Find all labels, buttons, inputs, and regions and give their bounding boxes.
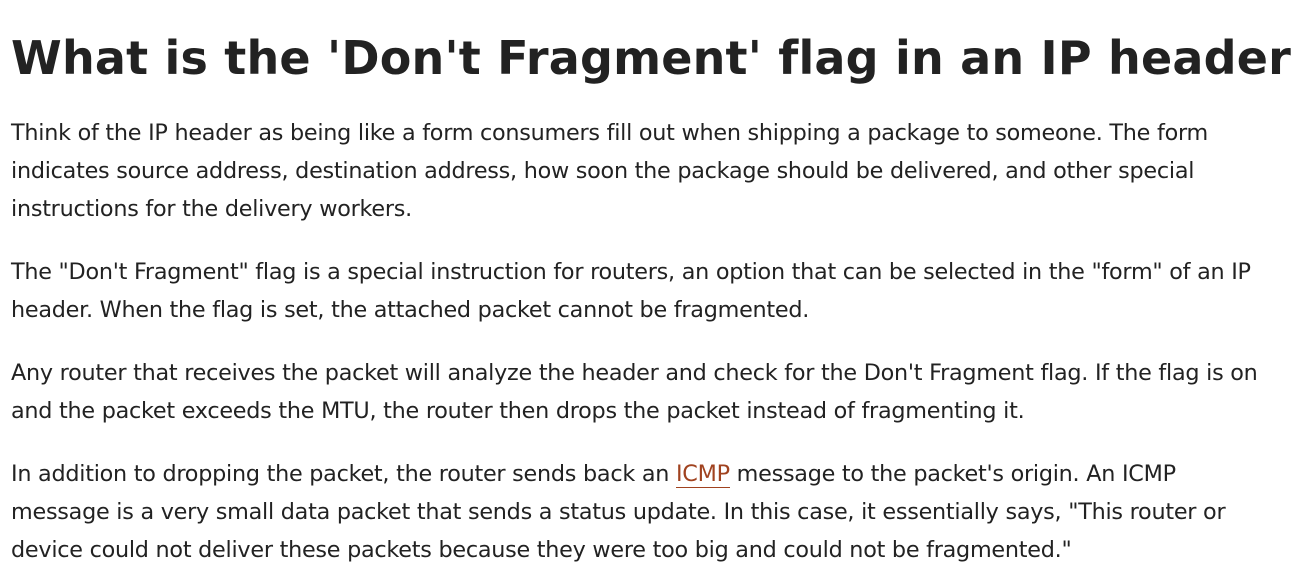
paragraph-icmp-message: In addition to dropping the packet, the … [11,455,1281,569]
paragraph-ip-header-analogy: Think of the IP header as being like a f… [11,120,1208,222]
paragraph-text-before-link: In addition to dropping the packet, the … [11,461,676,487]
paragraph-dont-fragment-flag: The "Don't Fragment" flag is a special i… [11,259,1251,323]
article: What is the 'Don't Fragment' flag in an … [0,0,1294,586]
paragraph-router-behavior: Any router that receives the packet will… [11,360,1258,424]
page-title: What is the 'Don't Fragment' flag in an … [11,31,1294,85]
icmp-link[interactable]: ICMP [675,461,730,488]
